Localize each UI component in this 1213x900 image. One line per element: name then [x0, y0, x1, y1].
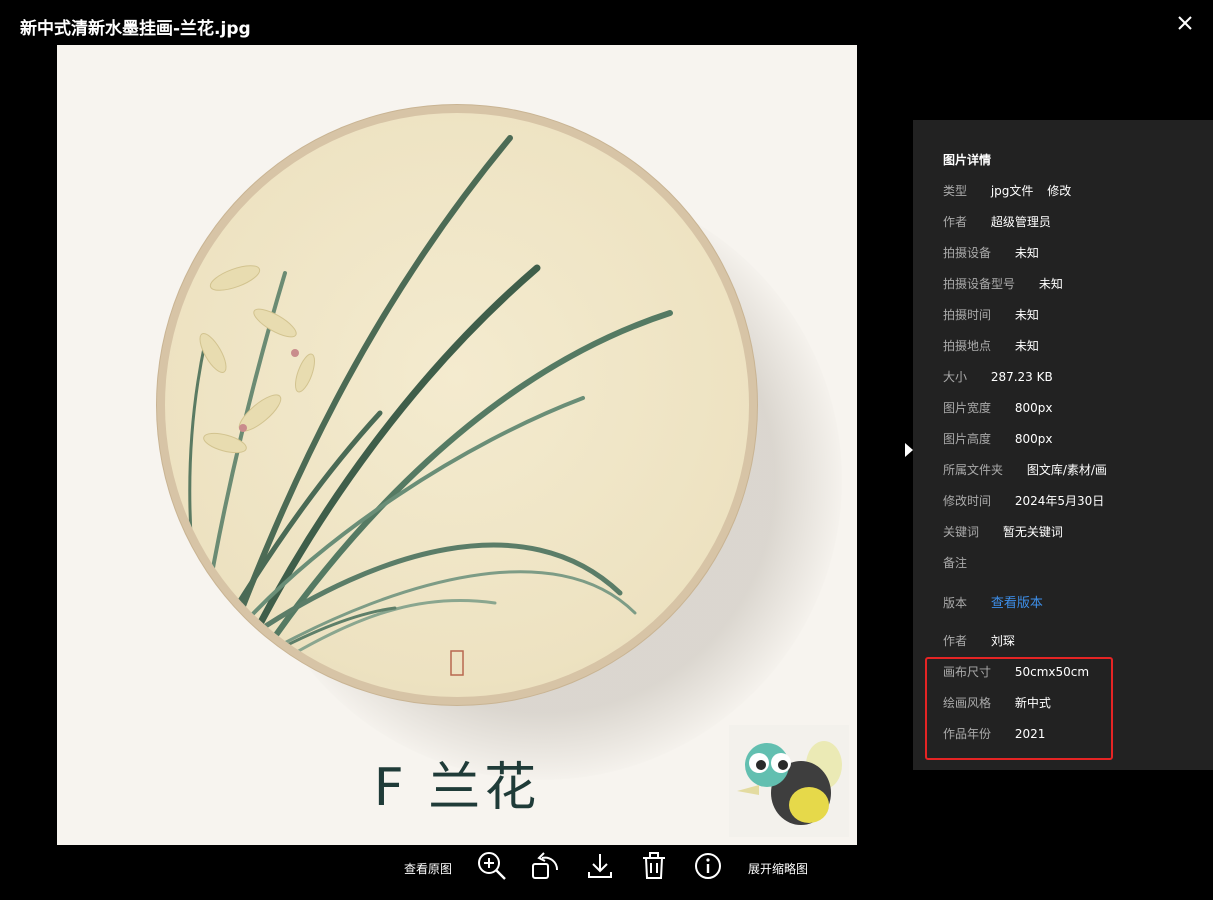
device-label: 拍摄设备 [943, 246, 992, 260]
size-value: 287.23 KB [990, 370, 1053, 384]
preview-image: F 兰花 [57, 45, 857, 845]
view-version-link[interactable]: 查看版本 [991, 596, 1043, 611]
bottom-toolbar: 查看原图 展开缩略图 [0, 848, 1213, 888]
row-version: 版本 查看版本 [943, 592, 1043, 611]
row-artist: 作者 刘琛 [943, 632, 1015, 649]
delete-icon[interactable] [638, 850, 670, 882]
row-device: 拍摄设备 未知 [943, 244, 1039, 261]
keywords-label: 关键词 [943, 525, 980, 539]
row-width: 图片宽度 800px [943, 399, 1052, 416]
author-label: 作者 [943, 215, 968, 229]
size-label: 大小 [943, 370, 968, 384]
type-label: 类型 [943, 184, 968, 198]
device-model-label: 拍摄设备型号 [943, 277, 1016, 291]
row-folder: 所属文件夹 图文库/素材/画 [943, 461, 1107, 478]
round-frame [157, 105, 757, 705]
keywords-value: 暂无关键词 [1002, 525, 1063, 539]
shot-place-value: 未知 [1014, 339, 1039, 353]
close-icon[interactable] [1174, 12, 1196, 34]
device-model-value: 未知 [1038, 277, 1063, 291]
panel-title: 图片详情 [943, 153, 992, 167]
device-value: 未知 [1014, 246, 1039, 260]
shot-time-value: 未知 [1014, 308, 1039, 322]
folder-value: 图文库/素材/画 [1026, 463, 1107, 477]
width-value: 800px [1014, 401, 1053, 415]
expand-thumbnails-button[interactable]: 展开缩略图 [748, 860, 808, 877]
type-value: jpg文件 [990, 184, 1034, 198]
remark-label: 备注 [943, 556, 968, 570]
edit-type-button[interactable]: 修改 [1047, 184, 1071, 198]
row-height: 图片高度 800px [943, 430, 1052, 447]
image-viewer: 新中式清新水墨挂画-兰花.jpg F 兰花 查看原图 展开缩略图 图片详情 类型… [0, 0, 1213, 900]
row-type: 类型 jpg文件 修改 [943, 182, 1071, 199]
rotate-icon[interactable] [530, 850, 562, 882]
row-size: 大小 287.23 KB [943, 368, 1053, 385]
row-modified: 修改时间 2024年5月30日 [943, 492, 1104, 509]
shot-time-label: 拍摄时间 [943, 308, 992, 322]
height-label: 图片高度 [943, 432, 992, 446]
file-title: 新中式清新水墨挂画-兰花.jpg [20, 19, 251, 39]
info-icon[interactable] [692, 850, 724, 882]
mascot-watermark [729, 725, 849, 837]
version-label: 版本 [943, 596, 968, 610]
row-author: 作者 超级管理员 [943, 213, 1051, 230]
row-remark: 备注 [943, 554, 991, 571]
row-device-model: 拍摄设备型号 未知 [943, 275, 1063, 292]
modified-value: 2024年5月30日 [1014, 494, 1105, 508]
zoom-in-icon[interactable] [476, 850, 508, 882]
modified-label: 修改时间 [943, 494, 992, 508]
highlight-box [925, 657, 1113, 760]
author-value: 超级管理员 [990, 215, 1051, 229]
artist-value: 刘琛 [990, 634, 1015, 648]
row-shot-time: 拍摄时间 未知 [943, 306, 1039, 323]
folder-label: 所属文件夹 [943, 463, 1004, 477]
height-value: 800px [1014, 432, 1053, 446]
orchid-painting [165, 113, 749, 697]
download-icon[interactable] [584, 850, 616, 882]
shot-place-label: 拍摄地点 [943, 339, 992, 353]
artist-label: 作者 [943, 634, 968, 648]
row-keywords: 关键词 暂无关键词 [943, 523, 1063, 540]
orchid-leaves-graphic [188, 135, 673, 676]
row-shot-place: 拍摄地点 未知 [943, 337, 1039, 354]
view-original-button[interactable]: 查看原图 [404, 860, 452, 877]
width-label: 图片宽度 [943, 401, 992, 415]
